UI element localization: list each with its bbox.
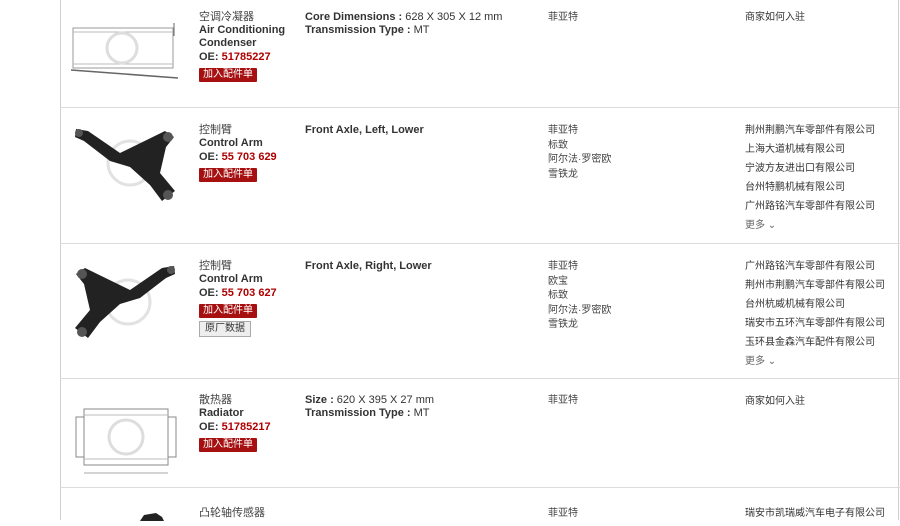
vehicle-item[interactable]: 菲亚特 [548, 507, 718, 522]
spec-block: Front Axle, Right, Lower [305, 260, 432, 272]
control-arm-image[interactable] [70, 123, 180, 203]
vehicle-item[interactable]: 阿尔法·罗密欧 [548, 304, 718, 319]
add-to-parts-list-button[interactable]: 加入配件单 [199, 304, 257, 318]
vehicle-item[interactable]: 标致 [548, 139, 718, 154]
supplier-list: 瑞安市凯瑞威汽车电子有限公司 [745, 504, 900, 523]
add-to-parts-list-button[interactable]: 加入配件单 [199, 438, 257, 452]
vehicle-item[interactable]: 菲亚特 [548, 394, 718, 409]
supplier-list: 商家如何入驻 [745, 8, 900, 27]
camshaft-sensor-image[interactable] [70, 508, 180, 521]
oe-number: OE: 51785227 [199, 51, 271, 63]
spec-block: Core Dimensions : 628 X 305 X 12 mm Tran… [305, 11, 503, 36]
part-name-cn: 控制臂 [199, 124, 232, 136]
oe-number: OE: 55 703 627 [199, 287, 277, 299]
spec-block: Front Axle, Left, Lower [305, 124, 424, 136]
vehicle-item[interactable]: 阿尔法·罗密欧 [548, 153, 718, 168]
add-to-parts-list-button[interactable]: 加入配件单 [199, 68, 257, 82]
vehicle-item[interactable]: 雪铁龙 [548, 168, 718, 183]
supplier-item[interactable]: 台州杭威机械有限公司 [745, 295, 900, 314]
part-name-en: Air Conditioning Condenser [199, 24, 286, 49]
part-name-cn: 控制臂 [199, 260, 232, 272]
condenser-image[interactable] [70, 8, 180, 88]
vehicle-list: 菲亚特 [548, 394, 718, 409]
spec-block: Size : 620 X 395 X 27 mm Transmission Ty… [305, 394, 435, 419]
part-name-en: Control Arm [199, 137, 263, 149]
oe-number: OE: 51785217 [199, 421, 271, 433]
control-arm-image[interactable] [70, 260, 180, 340]
vehicle-item[interactable]: 菲亚特 [548, 11, 718, 26]
supplier-list: 商家如何入驻 [745, 392, 900, 411]
vehicle-list: 菲亚特 欧宝 标致 阿尔法·罗密欧 雪铁龙 [548, 260, 718, 333]
chevron-down-icon: ⌄ [767, 220, 777, 231]
vehicle-list: 菲亚特 [548, 507, 718, 522]
add-to-parts-list-button[interactable]: 加入配件单 [199, 168, 257, 182]
part-name-en: Control Arm [199, 273, 263, 285]
supplier-item[interactable]: 宁波方友进出口有限公司 [745, 159, 900, 178]
vehicle-list: 菲亚特 标致 阿尔法·罗密欧 雪铁龙 [548, 124, 718, 182]
supplier-list: 广州路铭汽车零部件有限公司 荆州市荆鹏汽车零部件有限公司 台州杭威机械有限公司 … [745, 257, 900, 371]
supplier-item[interactable]: 上海大道机械有限公司 [745, 140, 900, 159]
supplier-item[interactable]: 商家如何入驻 [745, 392, 900, 411]
radiator-image[interactable] [70, 399, 180, 479]
supplier-item[interactable]: 瑞安市五环汽车零部件有限公司 [745, 314, 900, 333]
supplier-item[interactable]: 荆州市荆鹏汽车零部件有限公司 [745, 276, 900, 295]
part-row-condenser: 空调冷凝器 Air Conditioning Condenser OE: 517… [60, 0, 900, 107]
oe-number: OE: 55 703 629 [199, 151, 277, 163]
vehicle-item[interactable]: 菲亚特 [548, 260, 718, 275]
vehicle-item[interactable]: 雪铁龙 [548, 318, 718, 333]
vehicle-item[interactable]: 菲亚特 [548, 124, 718, 139]
oem-data-button[interactable]: 原厂数据 [199, 321, 251, 337]
part-row-control-arm-right: 控制臂 Control Arm OE: 55 703 627 加入配件单 原厂数… [60, 244, 900, 378]
supplier-item[interactable]: 玉环县金森汽车配件有限公司 [745, 333, 900, 352]
supplier-item[interactable]: 荆州荆鹏汽车零部件有限公司 [745, 121, 900, 140]
supplier-list: 荆州荆鹏汽车零部件有限公司 上海大道机械有限公司 宁波方友进出口有限公司 台州特… [745, 121, 900, 235]
part-row-radiator: 散热器 Radiator OE: 51785217 加入配件单 Size : 6… [60, 379, 900, 487]
supplier-item[interactable]: 台州特鹏机械有限公司 [745, 178, 900, 197]
supplier-item[interactable]: 商家如何入驻 [745, 8, 900, 27]
supplier-item[interactable]: 瑞安市凯瑞威汽车电子有限公司 [745, 504, 900, 523]
part-name-cn: 散热器 [199, 394, 232, 406]
more-suppliers-link[interactable]: 更多 ⌄ [745, 352, 900, 371]
vehicle-item[interactable]: 标致 [548, 289, 718, 304]
part-row-control-arm-left: 控制臂 Control Arm OE: 55 703 629 加入配件单 Fro… [60, 108, 900, 243]
chevron-down-icon: ⌄ [767, 356, 777, 367]
supplier-item[interactable]: 广州路铭汽车零部件有限公司 [745, 257, 900, 276]
part-name-cn: 凸轮轴传感器 [199, 507, 265, 519]
part-name-cn: 空调冷凝器 [199, 11, 254, 23]
part-row-camshaft-sensor: 凸轮轴传感器 菲亚特 瑞安市凯瑞威汽车电子有限公司 [60, 488, 900, 523]
vehicle-item[interactable]: 欧宝 [548, 275, 718, 290]
supplier-item[interactable]: 广州路铭汽车零部件有限公司 [745, 197, 900, 216]
more-suppliers-link[interactable]: 更多 ⌄ [745, 216, 900, 235]
vehicle-list: 菲亚特 [548, 11, 718, 26]
part-name-en: Radiator [199, 407, 244, 419]
